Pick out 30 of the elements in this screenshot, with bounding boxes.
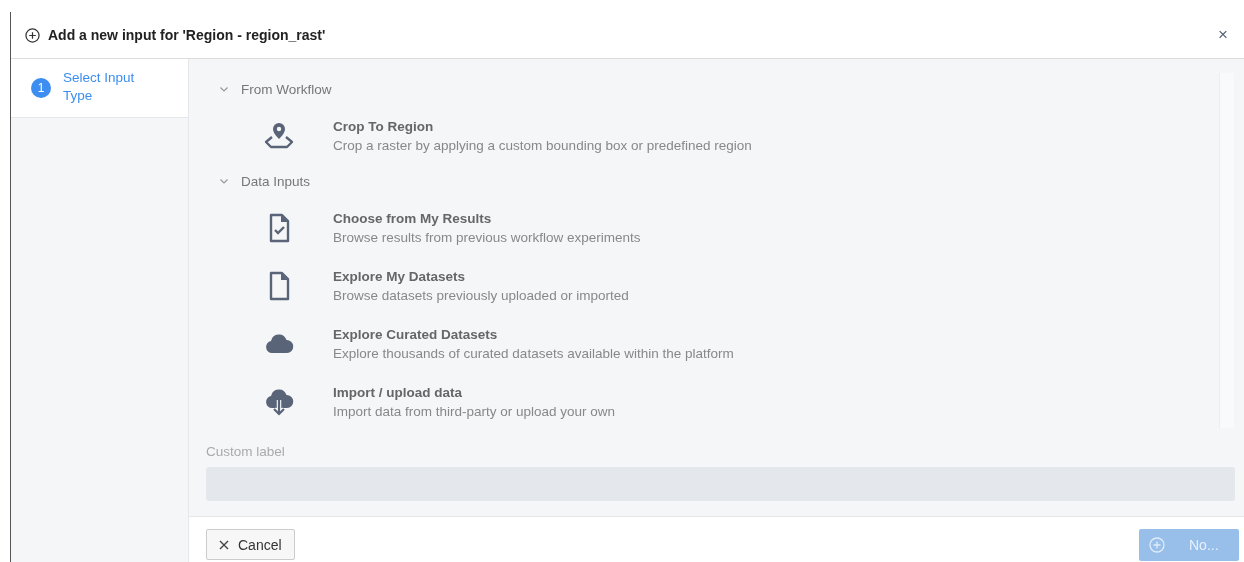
option-title: Explore Curated Datasets [333, 327, 499, 342]
option-description: Import data from third-party or upload your own [333, 404, 616, 419]
add-circle-icon [1149, 537, 1165, 553]
step-label: Select Input Type [63, 69, 136, 105]
option-description: Browse datasets previously uploaded or imported [333, 288, 629, 303]
field-label: Custom label [206, 444, 286, 459]
close-icon [219, 539, 229, 550]
input-option[interactable]: Explore Curated Datasets Explore thousands of curated datasets available within the platform [219, 315, 1219, 373]
option-title: Choose from My Results [333, 211, 493, 226]
chevron-icon [219, 84, 229, 94]
input-option[interactable]: Crop To Region Crop a raster by applying a custom bounding box or predefined region [219, 107, 1219, 165]
option-description: Browse results from previous workflow experiments [333, 230, 641, 245]
cancel-button[interactable]: Cancel [206, 529, 295, 560]
option-title: Explore My Datasets [333, 269, 467, 284]
step-item[interactable]: 1 Select Input Type [11, 59, 188, 118]
section-header[interactable]: From Workflow [219, 77, 1219, 101]
step-number: 1 [31, 78, 51, 98]
input-option[interactable]: Choose from My Results Browse results from previous workflow experiments [219, 199, 1219, 257]
add-circle-icon [25, 27, 40, 43]
option-title: Import / upload data [333, 385, 463, 400]
input-option[interactable]: Import / upload data Import data from third-party or upload your own [219, 373, 1219, 431]
cloud-download-icon [263, 386, 295, 418]
chevron-icon [219, 176, 229, 186]
section-header[interactable]: Data Inputs [219, 169, 1219, 193]
option-description: Explore thousands of curated datasets available within the platform [333, 346, 734, 361]
input-option[interactable]: Explore My Datasets Browse datasets previously uploaded or imported [219, 257, 1219, 315]
option-title: Crop To Region [333, 119, 435, 134]
dialog-title: Add a new input for 'Region - region_rast' [48, 27, 327, 43]
option-description: Crop a raster by applying a custom bounding box or predefined region [333, 138, 752, 153]
close-button[interactable]: × [1214, 25, 1232, 45]
